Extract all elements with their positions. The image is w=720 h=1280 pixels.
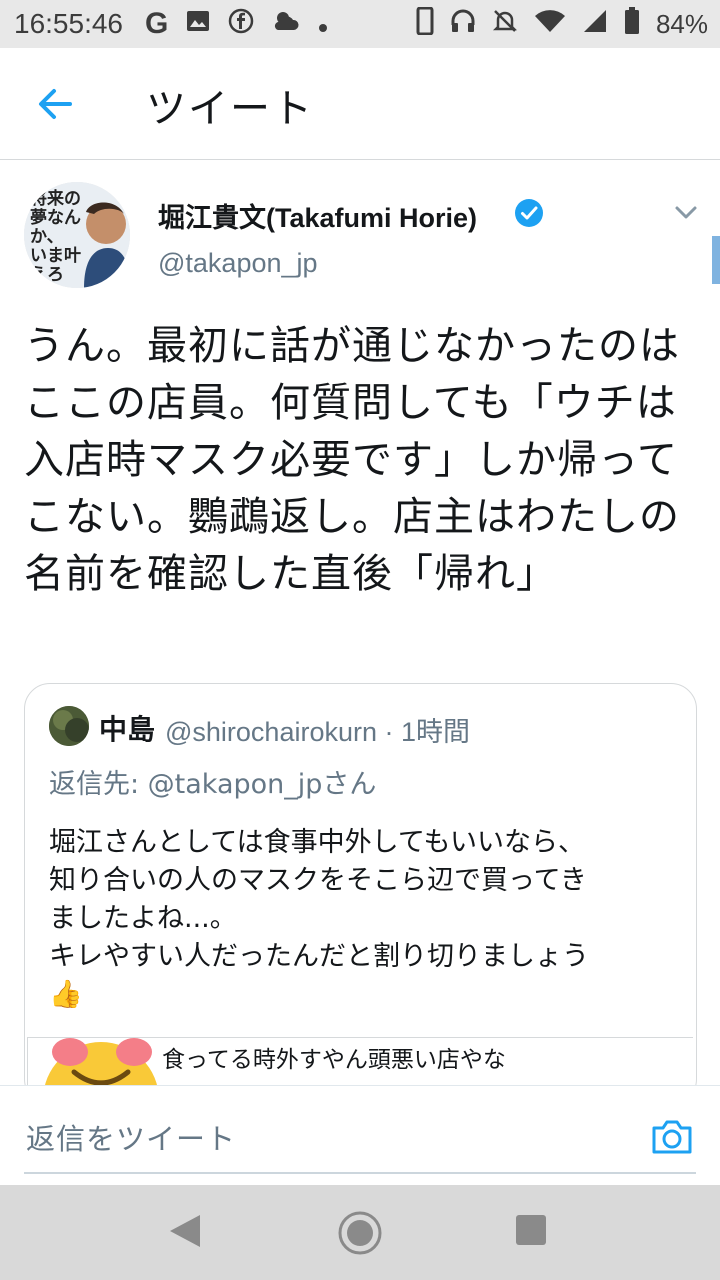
camera-icon[interactable] — [650, 1114, 694, 1158]
avatar[interactable]: 将来の 夢なんか、 いま叶えろ — [24, 182, 130, 288]
facebook-icon — [228, 8, 254, 41]
quoted-avatar — [49, 706, 89, 746]
mute-icon — [492, 8, 518, 41]
system-nav-bar — [0, 1185, 720, 1280]
page-title: ツイート — [146, 86, 314, 132]
chevron-down-icon[interactable] — [672, 198, 700, 226]
verified-badge-icon — [514, 198, 544, 228]
author-name[interactable]: 堀江貴文(Takafumi Horie) — [158, 196, 477, 235]
scroll-indicator — [712, 236, 720, 284]
quoted-tweet[interactable]: 中島 @shirochairokurn · 1時間 返信先: @takapon_… — [24, 683, 697, 1105]
headset-icon — [450, 8, 476, 41]
battery-percent: 84% — [655, 8, 708, 39]
thumbs-up-icon: 👍 — [49, 979, 83, 1010]
home-circle-icon[interactable] — [337, 1210, 383, 1260]
reply-input[interactable]: 返信をツイート — [26, 1116, 236, 1158]
reply-underline — [24, 1172, 696, 1174]
weather-icon — [272, 9, 300, 40]
back-triangle-icon[interactable] — [168, 1213, 202, 1253]
status-time: 16:55:46 — [14, 8, 123, 39]
arrow-left-icon[interactable] — [34, 84, 74, 124]
quoted-handle-time: @shirochairokurn · 1時間 — [165, 717, 471, 747]
top-bar: ツイート — [0, 48, 720, 160]
quoted-reply-to: 返信先: @takapon_jpさん — [49, 769, 377, 800]
tweet-text: うん。最初に話が通じなかったのはここの店員。何質問しても「ウチは入店時マスク必要… — [24, 323, 680, 597]
embedded-image-text: 食ってる時外すやん頭悪い店やな — [162, 1047, 506, 1073]
image-icon — [186, 9, 210, 40]
author-handle[interactable]: @takapon_jp — [158, 248, 318, 279]
phone-icon — [416, 6, 434, 42]
signal-icon — [582, 8, 608, 41]
google-icon: G — [145, 7, 169, 40]
wifi-icon — [534, 8, 566, 41]
reply-bar: 返信をツイート — [0, 1085, 720, 1186]
quoted-author-name: 中島 — [99, 713, 156, 746]
recents-square-icon[interactable] — [516, 1215, 546, 1245]
avatar-book-title: 将来の 夢なんか、 いま叶えろ — [30, 189, 81, 285]
battery-icon — [624, 6, 640, 42]
dot-icon — [318, 9, 328, 40]
quoted-text: 堀江さんとしては食事中外してもいいなら、 知り合いの人のマスクをそこら辺で買って… — [49, 824, 674, 1014]
status-bar: 16:55:46 G 84% — [0, 0, 720, 48]
